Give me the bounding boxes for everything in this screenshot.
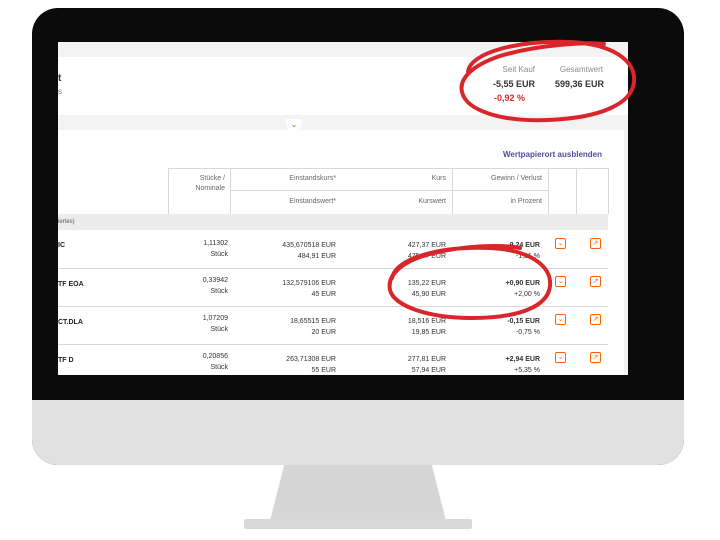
row-divider <box>58 268 608 269</box>
seit-kauf-percent: -0,92 % <box>494 93 526 103</box>
portfolio-summary: t s Seit Kauf -5,55 EUR -0,92 % Gesamtwe… <box>58 57 628 131</box>
depot-title: t <box>58 73 62 84</box>
header-in-prozent: in Prozent <box>510 198 542 205</box>
kurs-value: 427,37 EUR <box>407 242 446 249</box>
einstandskurs-value: 263,71308 EUR <box>286 356 336 363</box>
monitor-stand <box>270 465 446 521</box>
kurswert-value: 57,94 EUR <box>411 367 446 374</box>
monitor-base <box>244 519 472 529</box>
header-mid-line <box>230 190 548 191</box>
header-einstandswert: Einstandswert* <box>289 198 336 205</box>
stueck-value: 0,33942 <box>202 277 228 284</box>
prozent-value: +5,35 % <box>514 367 540 374</box>
security-name[interactable]: TF D <box>58 357 74 364</box>
expand-row-icon[interactable]: ⌄ <box>555 238 566 249</box>
header-kurs: Kurs <box>431 175 446 182</box>
seit-kauf-label: Seit Kauf <box>502 65 535 74</box>
einstandswert-value: 484,91 EUR <box>297 253 336 260</box>
einstandswert-value: 20 EUR <box>311 329 336 336</box>
header-stuecke: Stücke / <box>199 175 225 182</box>
stueck-value: 0,20856 <box>202 353 228 360</box>
gesamtwert-value: 599,36 EUR <box>554 79 604 89</box>
expand-row-icon[interactable]: ⌄ <box>555 314 566 325</box>
kurswert-value: 19,85 EUR <box>411 329 446 336</box>
monitor-chin <box>32 400 684 465</box>
header-top-line <box>168 168 608 169</box>
stueck-unit: Stück <box>210 364 228 371</box>
col-divider <box>452 168 453 214</box>
header-kurswert: Kurswert <box>418 198 446 205</box>
seit-kauf-eur: -5,55 EUR <box>492 79 535 89</box>
row-divider <box>58 306 608 307</box>
header-nominale: Nominale <box>195 185 225 192</box>
stueck-value: 1,11302 <box>203 240 228 247</box>
expand-row-icon[interactable]: ⌄ <box>555 276 566 287</box>
prozent-value: -1,91 % <box>515 253 540 260</box>
chart-icon[interactable]: ↗ <box>590 314 601 325</box>
col-divider <box>168 168 169 214</box>
col-divider <box>608 168 609 214</box>
group-label: iertes) <box>58 219 75 225</box>
stueck-unit: Stück <box>210 251 228 258</box>
gewinn-value: -0,15 EUR <box>507 318 540 325</box>
gesamtwert-label: Gesamtwert <box>559 65 603 74</box>
hide-location-link[interactable]: Wertpapierort ausblenden <box>503 150 602 159</box>
einstandskurs-value: 435,670518 EUR <box>282 242 336 249</box>
kurswert-value: 475,67 EUR <box>407 253 446 260</box>
stueck-unit: Stück <box>210 326 228 333</box>
expand-row-icon[interactable]: ⌄ <box>555 352 566 363</box>
prozent-value: +2,00 % <box>514 291 540 298</box>
kurs-value: 18,516 EUR <box>407 318 446 325</box>
chart-icon[interactable]: ↗ <box>590 276 601 287</box>
col-divider <box>230 168 231 214</box>
header-einstandskurs: Einstandskurs* <box>289 175 336 182</box>
chart-icon[interactable]: ↗ <box>590 238 601 249</box>
einstandswert-value: 45 EUR <box>311 291 336 298</box>
row-divider <box>58 344 608 345</box>
col-divider <box>548 168 549 214</box>
prozent-value: -0,75 % <box>515 329 540 336</box>
holdings-panel: Wertpapierort ausblenden Stücke / Nomina… <box>58 130 624 375</box>
header-gewinn-verlust: Gewinn / Verlust <box>491 175 542 182</box>
security-name[interactable]: TF EOA <box>58 281 84 288</box>
einstandswert-value: 55 EUR <box>311 367 336 374</box>
stueck-value: 1,07209 <box>202 315 228 322</box>
kurs-value: 135,22 EUR <box>407 280 446 287</box>
gewinn-value: +0,90 EUR <box>505 280 540 287</box>
group-row: iertes) <box>58 214 608 230</box>
screen: t s Seit Kauf -5,55 EUR -0,92 % Gesamtwe… <box>58 42 628 375</box>
security-name[interactable]: CT.DLA <box>58 319 83 326</box>
kurs-value: 277,81 EUR <box>407 356 446 363</box>
security-name[interactable]: IC <box>58 242 65 249</box>
kurswert-value: 45,90 EUR <box>411 291 446 298</box>
col-divider <box>576 168 577 214</box>
einstandskurs-value: 18,65515 EUR <box>290 318 336 325</box>
depot-subtitle: s <box>58 87 62 96</box>
gewinn-value: -9,24 EUR <box>507 242 540 249</box>
chart-icon[interactable]: ↗ <box>590 352 601 363</box>
stueck-unit: Stück <box>210 288 228 295</box>
einstandskurs-value: 132,579106 EUR <box>282 280 336 287</box>
gewinn-value: +2,94 EUR <box>505 356 540 363</box>
